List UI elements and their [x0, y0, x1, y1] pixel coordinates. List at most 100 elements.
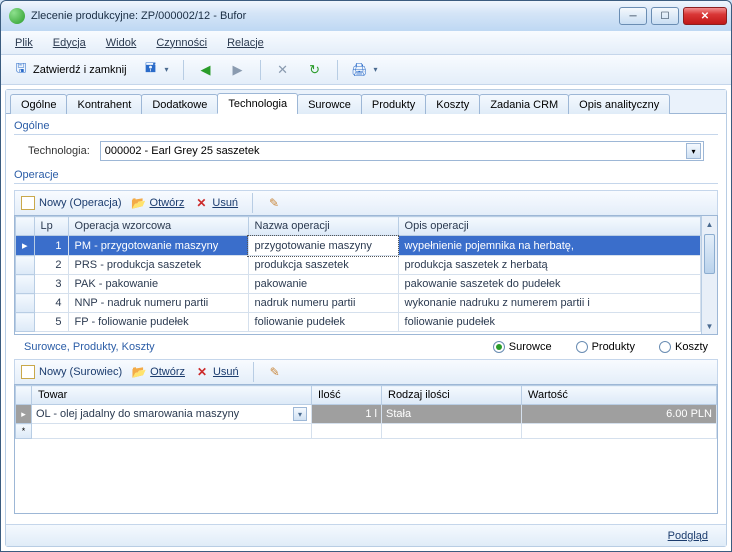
tab-kontrahent[interactable]: Kontrahent [66, 94, 142, 114]
folder-open-icon: 📂 [132, 196, 146, 210]
tab-surowce[interactable]: Surowce [297, 94, 362, 114]
refresh-icon: ↻ [307, 62, 323, 78]
technology-combo[interactable]: 000002 - Earl Grey 25 saszetek ▾ [100, 141, 704, 161]
open-operation-button[interactable]: 📂Otwórz [132, 196, 185, 210]
col-nazwa[interactable]: Nazwa operacji [248, 217, 398, 236]
print-split-button[interactable]: 🖨▾ [346, 59, 384, 81]
menu-czynnosci[interactable]: Czynności [148, 35, 215, 51]
materials-grid: Towar Ilość Rodzaj ilości Wartość ▸ OL -… [14, 384, 718, 514]
divider [14, 134, 718, 135]
app-window: Zlecenie produkcyjne: ZP/000002/12 - Buf… [0, 0, 732, 552]
tab-ogolne[interactable]: Ogólne [10, 94, 67, 114]
menu-plik[interactable]: Plik [7, 35, 41, 51]
technology-label: Technologia: [28, 145, 90, 157]
table-row[interactable]: 4NNP - nadruk numeru partiinadruk numeru… [16, 294, 701, 313]
col-ilosc[interactable]: Ilość [312, 386, 382, 405]
chevron-down-icon[interactable]: ▾ [293, 407, 307, 421]
close-button[interactable]: ✕ [683, 7, 727, 25]
separator [260, 60, 261, 80]
confirm-close-button[interactable]: 🖫 Zatwierdź i zamknij [7, 59, 133, 81]
new-material-button[interactable]: Nowy (Surowiec) [21, 365, 122, 379]
operations-tbody: ▸ 1 PM - przygotowanie maszyny przygotow… [16, 236, 701, 332]
operations-grid: Lp Operacja wzorcowa Nazwa operacji Opis… [14, 215, 718, 335]
separator [337, 60, 338, 80]
arrow-left-icon: ◀ [198, 62, 214, 78]
new-icon [21, 196, 35, 210]
edit-icon: ✎ [268, 365, 282, 379]
scroll-up-icon[interactable]: ▲ [702, 216, 717, 232]
window-title: Zlecenie produkcyjne: ZP/000002/12 - Buf… [31, 10, 619, 22]
tab-koszty[interactable]: Koszty [425, 94, 480, 114]
vertical-scrollbar[interactable]: ▲ ▼ [701, 216, 717, 334]
minimize-button[interactable]: ─ [619, 7, 647, 25]
save-split-button[interactable]: 🖬▾ [137, 59, 175, 81]
back-button[interactable]: ◀ [192, 59, 220, 81]
printer-icon: 🖨 [352, 62, 368, 78]
new-row[interactable]: * [16, 424, 717, 439]
table-row[interactable]: ▸ OL - olej jadalny do smarowania maszyn… [16, 405, 717, 424]
delete-operation-button[interactable]: ✕Usuń [194, 196, 238, 210]
tab-produkty[interactable]: Produkty [361, 94, 426, 114]
tab-strip: Ogólne Kontrahent Dodatkowe Technologia … [6, 90, 726, 114]
refresh-button[interactable]: ↻ [301, 59, 329, 81]
radio-dot-icon [659, 341, 671, 353]
col-wartosc[interactable]: Wartość [522, 386, 717, 405]
col-rodzaj[interactable]: Rodzaj ilości [382, 386, 522, 405]
technology-value: 000002 - Earl Grey 25 saszetek [105, 145, 260, 157]
menu-widok[interactable]: Widok [98, 35, 145, 51]
col-opis[interactable]: Opis operacji [398, 217, 700, 236]
edit-operation-button[interactable]: ✎ [267, 196, 281, 210]
new-operation-button[interactable]: Nowy (Operacja) [21, 196, 122, 210]
tab-technologia[interactable]: Technologia [217, 93, 298, 114]
towar-cell[interactable]: OL - olej jadalny do smarowania maszyny▾ [32, 405, 312, 424]
tab-opis[interactable]: Opis analityczny [568, 94, 670, 114]
separator [252, 193, 253, 213]
radio-dot-icon [576, 341, 588, 353]
forward-button[interactable]: ▶ [224, 59, 252, 81]
tab-dodatkowe[interactable]: Dodatkowe [141, 94, 218, 114]
menubar: Plik Edycja Widok Czynności Relacje [1, 31, 731, 55]
radio-dot-icon [493, 341, 505, 353]
scroll-thumb[interactable] [704, 234, 715, 274]
tab-zadania[interactable]: Zadania CRM [479, 94, 569, 114]
col-lp[interactable]: Lp [34, 217, 68, 236]
disk-icon: 🖬 [143, 62, 159, 78]
delete-icon: ✕ [194, 196, 208, 210]
tools-button[interactable]: ✕ [269, 59, 297, 81]
radio-produkty[interactable]: Produkty [576, 341, 635, 353]
divider [14, 183, 718, 184]
table-row[interactable]: ▸ 1 PM - przygotowanie maszyny przygotow… [16, 236, 701, 256]
spk-label: Surowce, Produkty, Koszty [24, 341, 493, 353]
folder-open-icon: 📂 [132, 365, 146, 379]
table-row[interactable]: 5FP - foliowanie pudełekfoliowanie pudeł… [16, 313, 701, 332]
row-indicator-icon: ▸ [16, 236, 35, 256]
scroll-down-icon[interactable]: ▼ [702, 318, 717, 334]
statusbar: Podgląd [6, 524, 726, 546]
open-material-button[interactable]: 📂Otwórz [132, 365, 185, 379]
table-row[interactable]: 2PRS - produkcja saszetekprodukcja sasze… [16, 256, 701, 275]
chevron-down-icon: ▾ [165, 65, 169, 74]
delete-icon: ✕ [195, 365, 209, 379]
group-operacje-label: Operacje [14, 169, 718, 181]
menu-relacje[interactable]: Relacje [219, 35, 272, 51]
titlebar: Zlecenie produkcyjne: ZP/000002/12 - Buf… [1, 1, 731, 31]
rowhead [16, 386, 32, 405]
preview-link[interactable]: Podgląd [668, 530, 708, 542]
arrow-right-icon: ▶ [230, 62, 246, 78]
col-wzorcowa[interactable]: Operacja wzorcowa [68, 217, 248, 236]
radio-surowce[interactable]: Surowce [493, 341, 552, 353]
new-row-icon: * [16, 424, 32, 439]
toolbar: 🖫 Zatwierdź i zamknij 🖬▾ ◀ ▶ ✕ ↻ 🖨▾ [1, 55, 731, 85]
col-towar[interactable]: Towar [32, 386, 312, 405]
edit-material-button[interactable]: ✎ [268, 365, 282, 379]
group-ogolne-label: Ogólne [14, 120, 718, 132]
chevron-down-icon[interactable]: ▾ [686, 143, 701, 159]
technology-row: Technologia: 000002 - Earl Grey 25 sasze… [14, 141, 718, 169]
table-row[interactable]: 3PAK - pakowaniepakowaniepakowanie sasze… [16, 275, 701, 294]
menu-edycja[interactable]: Edycja [45, 35, 94, 51]
save-disk-icon: 🖫 [13, 62, 29, 78]
maximize-button[interactable]: ☐ [651, 7, 679, 25]
delete-material-button[interactable]: ✕Usuń [195, 365, 239, 379]
materials-toolbar: Nowy (Surowiec) 📂Otwórz ✕Usuń ✎ [14, 359, 718, 385]
radio-koszty[interactable]: Koszty [659, 341, 708, 353]
